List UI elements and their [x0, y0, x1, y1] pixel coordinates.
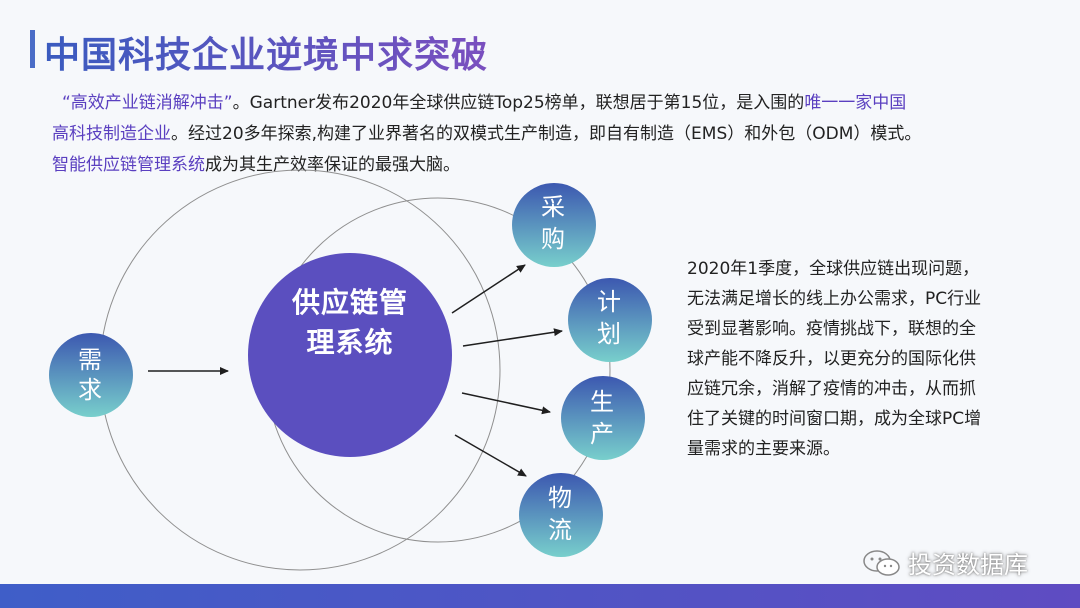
- procure-label-line-2: 购: [541, 225, 567, 253]
- procure-label: 采 购: [524, 191, 584, 255]
- plan-label-line-2: 划: [597, 320, 623, 348]
- demand-label: 需 求: [61, 345, 121, 405]
- bottom-band: [0, 584, 1080, 608]
- demand-label-line-2: 求: [78, 376, 104, 404]
- arrow-to-logistics: [454, 434, 527, 477]
- arrow-to-plan: [462, 328, 563, 347]
- produce-label-line-2: 产: [590, 420, 616, 448]
- produce-label-line-1: 生: [590, 388, 616, 416]
- logistics-label: 物 流: [531, 482, 591, 546]
- center-label: 供应链管 理系统: [260, 283, 440, 363]
- procure-label-line-1: 采: [541, 193, 567, 221]
- logistics-label-line-2: 流: [548, 516, 574, 544]
- arrow-to-produce: [461, 392, 551, 415]
- demand-label-line-1: 需: [78, 346, 104, 374]
- arrow-to-procure: [451, 264, 526, 314]
- center-label-line-1: 供应链管: [291, 286, 408, 319]
- logistics-label-line-1: 物: [548, 484, 574, 512]
- plan-label-line-1: 计: [597, 288, 623, 316]
- plan-label: 计 划: [580, 286, 640, 350]
- side-description: 2020年1季度，全球供应链出现问题，无法满足增长的线上办公需求，PC行业受到显…: [687, 259, 982, 459]
- produce-label: 生 产: [573, 386, 633, 450]
- watermark: 投资数据库: [862, 545, 1028, 580]
- watermark-text: 投资数据库: [908, 551, 1028, 579]
- wechat-icon: [863, 549, 900, 576]
- center-label-line-2: 理系统: [306, 326, 394, 359]
